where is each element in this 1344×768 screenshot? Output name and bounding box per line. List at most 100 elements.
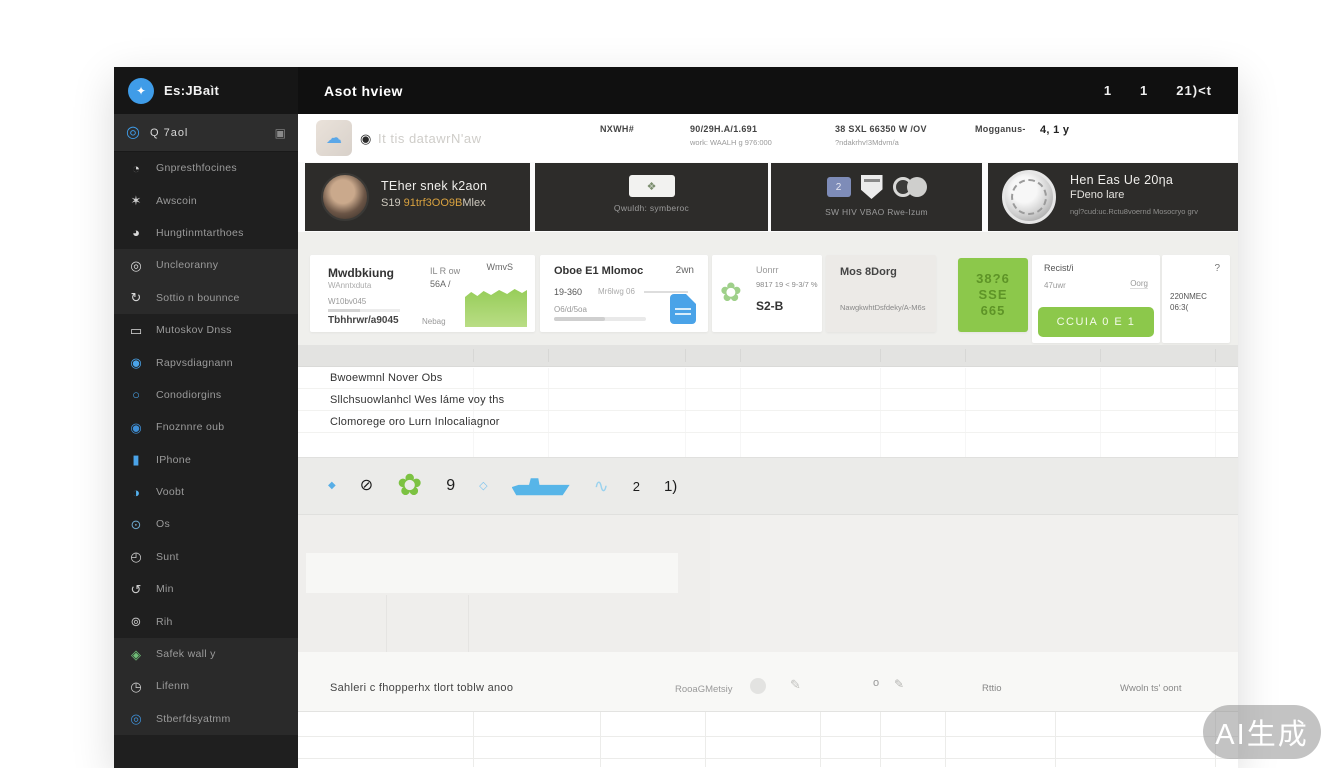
sidebar-item-icon: ◉ xyxy=(128,356,144,369)
sidebar-item[interactable]: ↺ Min xyxy=(114,573,298,605)
toolbar-icon[interactable]: 9 xyxy=(446,478,455,494)
stat-title: Oboe E1 Mlomoc xyxy=(554,265,643,277)
toolbar-icon[interactable] xyxy=(512,475,570,497)
sidebar-item[interactable]: ◎ Uncleoranny xyxy=(114,249,298,281)
search-input[interactable]: Q 7aol xyxy=(150,127,265,139)
sidebar-item[interactable]: ○ Conodiorgins xyxy=(114,379,298,411)
user-stat: 38 SXL 66350 W /OV?ndakrhv!3Mdvm/a xyxy=(835,124,927,147)
sidebar: ✦ Es:JBaìt ◎ Q 7aol ▣ ◔ Gnpresthfocines … xyxy=(114,67,298,768)
camera-icon[interactable]: ▣ xyxy=(275,126,286,140)
header-action-button[interactable]: 21)<t xyxy=(1176,83,1212,98)
stat-footer-value: Tbhhrwr/a9045 xyxy=(328,315,399,326)
toolbar-icon[interactable]: ◆ xyxy=(328,481,336,491)
stat-footer-label: Nebag xyxy=(422,317,446,326)
table-row[interactable]: Clomorege oro Lurn Inlocaliagnor xyxy=(298,411,1238,433)
green-number-tile[interactable]: 38?6SSE665 xyxy=(958,258,1028,332)
stat-card-range[interactable]: Oboe E1 Mlomoc 2wn 19-360 Mr6lwg 06 O6/d… xyxy=(540,255,708,332)
sidebar-item-label: Rih xyxy=(156,616,173,628)
stat-card-note[interactable]: Mos 8Dorg NawgkwhtDsfdeky/A-M6s xyxy=(826,255,936,332)
progress-bar xyxy=(554,317,646,321)
sidebar-item-label: Stberfdsyatmm xyxy=(156,713,231,725)
avatar-circle-icon[interactable] xyxy=(750,678,766,694)
sidebar-search-row[interactable]: ◎ Q 7aol ▣ xyxy=(114,114,298,152)
sidebar-item[interactable]: ⊚ Rih xyxy=(114,605,298,637)
header-action-button[interactable]: 1 xyxy=(1140,83,1148,98)
sidebar-item[interactable]: ◈ Safek wall y xyxy=(114,638,298,670)
sidebar-item[interactable]: ▮ IPhone xyxy=(114,444,298,476)
app-logo-text: Es:JBaìt xyxy=(164,83,219,98)
user-stat-value[interactable]: 4, 1 y xyxy=(1040,124,1069,136)
toolbar-icon[interactable]: ⊘ xyxy=(360,478,373,494)
sidebar-item[interactable]: ✶ Awscoin xyxy=(114,184,298,216)
badge-card[interactable]: ❖ Qwuldh: symberoc xyxy=(535,163,768,231)
app-window: ✦ Es:JBaìt ◎ Q 7aol ▣ ◔ Gnpresthfocines … xyxy=(114,67,1238,768)
toolbar-icon[interactable]: 2 xyxy=(633,480,640,493)
sidebar-item[interactable]: ↻ Sottio n bounnce xyxy=(114,282,298,314)
sidebar-item[interactable]: ⊙ Os xyxy=(114,508,298,540)
stat-card-info[interactable]: ? 220NMEC 06:3( xyxy=(1162,255,1230,343)
coin-card[interactable]: Hen Eas Ue 20ηa FDeno lare ngl?cud:uc.Rc… xyxy=(988,163,1238,231)
badge-chip-icon: ❖ xyxy=(629,175,675,197)
stat-card-action[interactable]: Recist/i 47uwr Oorg CCUIA 0 E 1 xyxy=(1032,255,1160,343)
sidebar-item[interactable]: ▭ Mutoskov Dnss xyxy=(114,314,298,346)
sidebar-item[interactable]: ◉ Rapvsdiagnann xyxy=(114,346,298,378)
achievements-card[interactable]: 2 SW HIV VBAO Rwe-Izum xyxy=(771,163,982,231)
user-avatar[interactable]: ☁ xyxy=(316,120,352,156)
pencil-icon[interactable]: ✎ xyxy=(894,678,904,690)
profile-photo xyxy=(321,173,369,221)
top-header: Asot hview 1 1 21)<t xyxy=(298,67,1238,114)
sidebar-item[interactable]: ◑ Voobt xyxy=(114,476,298,508)
header-action-button[interactable]: 1 xyxy=(1104,83,1112,98)
progress-label: O6/d/5oa xyxy=(554,305,587,314)
toolbar-icon[interactable]: 1) xyxy=(664,479,677,494)
sidebar-item-label: Min xyxy=(156,583,174,595)
stat-subtitle: NawgkwhtDsfdeky/A-M6s xyxy=(840,303,930,312)
empty-panels xyxy=(298,515,1238,652)
sidebar-item-icon: ◕ xyxy=(128,226,144,239)
stat-badge: Oorg xyxy=(1130,279,1148,289)
confirm-button[interactable]: CCUIA 0 E 1 xyxy=(1038,307,1154,337)
range-value: 19-360 xyxy=(554,287,582,297)
sidebar-item[interactable]: ◔ Gnpresthfocines xyxy=(114,152,298,184)
stat-card-overview[interactable]: Mwdbkiung WAnntxduta IL R ow 56A / WmvS … xyxy=(310,255,535,332)
toolbar-icon[interactable]: ✿ xyxy=(397,471,422,501)
profile-name: TEher snek k2aon xyxy=(381,179,487,193)
table-row[interactable]: Bwoewmnl Nover Obs xyxy=(298,367,1238,389)
stat-value: S2-B xyxy=(756,299,783,313)
stat-metric: W10bv045 xyxy=(328,297,366,306)
summary-cards-row: TEher snek k2aon S19 91trf3OO9BMlex ❖ Qw… xyxy=(298,162,1238,232)
sidebar-item-icon: ◎ xyxy=(128,259,144,272)
sidebar-item-label: Sunt xyxy=(156,551,179,563)
content-area: ☁ ◉ It tis datawrN'aw NXWH# 90/29H.A/1.6… xyxy=(298,114,1238,768)
sidebar-item[interactable]: ◎ Stberfdsyatmm xyxy=(114,703,298,735)
sidebar-item[interactable]: ◴ Sunt xyxy=(114,541,298,573)
stat-badge: 2wn xyxy=(676,265,694,276)
blue-chip-icon: 2 xyxy=(827,177,851,197)
stat-card-rate[interactable]: ✿ Uonrr 9817 19 < 9-3/7 % S2-B xyxy=(712,255,822,332)
sidebar-item-icon: ▭ xyxy=(128,324,144,337)
sidebar-item-icon: ◷ xyxy=(128,680,144,693)
achievement-icons: 2 xyxy=(771,175,982,199)
help-icon[interactable]: ? xyxy=(1214,263,1220,274)
tile-number: SSE xyxy=(978,287,1007,303)
column-header-ratio: Rttio xyxy=(982,683,1002,694)
sidebar-item-icon: ↻ xyxy=(128,291,144,304)
sidebar-item-icon: ✶ xyxy=(128,194,144,207)
document-icon[interactable] xyxy=(670,294,696,324)
toolbar-icon[interactable]: ◇ xyxy=(479,481,487,492)
pencil-icon[interactable]: ✎ xyxy=(790,678,801,691)
sidebar-item-icon: ◴ xyxy=(128,550,144,563)
stat-col-value: 56A / xyxy=(430,279,451,289)
table-row[interactable]: Sllchsuowlanhcl Wes láme voy ths xyxy=(298,389,1238,411)
bottom-table-title: Sahleri c fhopperhx tlort toblw anoo xyxy=(330,682,513,694)
sidebar-item-icon: ⊙ xyxy=(128,518,144,531)
sidebar-item[interactable]: ◷ Lifenm xyxy=(114,670,298,702)
profile-card[interactable]: TEher snek k2aon S19 91trf3OO9BMlex xyxy=(305,163,530,231)
bottom-table: Sahleri c fhopperhx tlort toblw anoo Roo… xyxy=(298,652,1238,768)
sidebar-item-icon: ▮ xyxy=(128,453,144,466)
sidebar-item[interactable]: ◉ Fnoznnre oub xyxy=(114,411,298,443)
toolbar-icon[interactable]: ∿ xyxy=(594,477,609,495)
sidebar-item[interactable]: ◕ Hungtinmtarthoes xyxy=(114,217,298,249)
range-slider[interactable] xyxy=(644,291,688,293)
sidebar-item-icon: ◑ xyxy=(128,486,144,499)
